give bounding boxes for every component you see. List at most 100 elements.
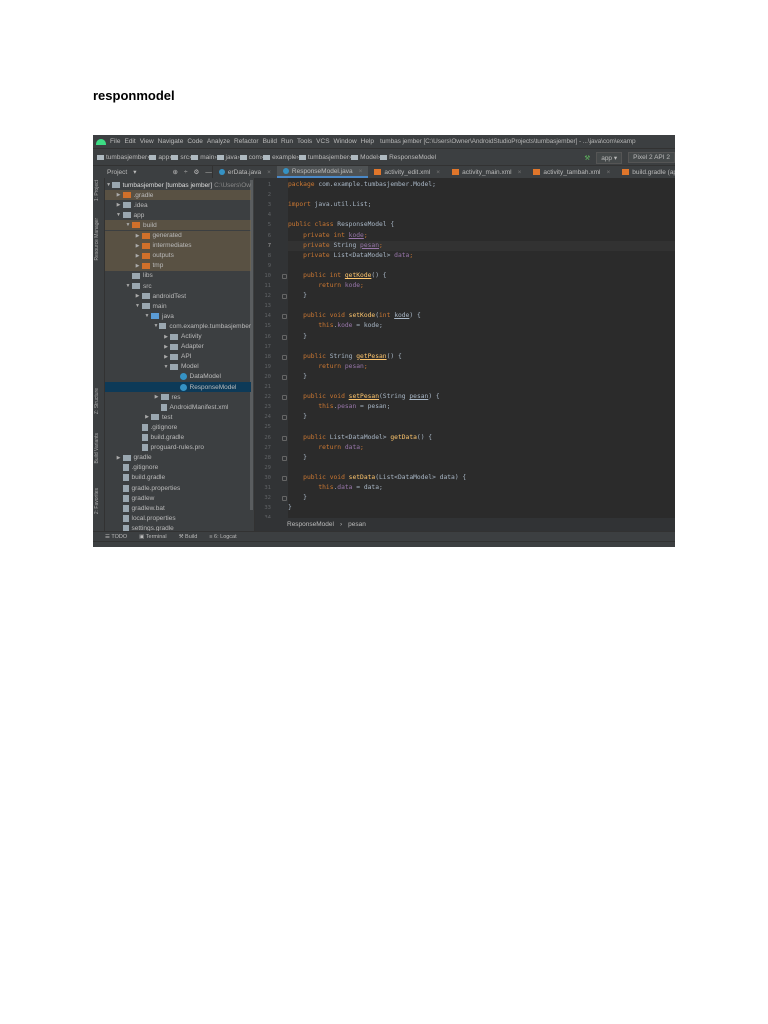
tree-item[interactable]: ▶ outputs [105,250,251,261]
tree-item[interactable]: ▼ Model [105,362,251,372]
fold-marker-icon[interactable] [282,314,287,320]
tree-item[interactable]: ▶ test [105,412,251,422]
tree-item[interactable]: ▶ androidTest [105,291,251,301]
editor-crumb[interactable]: pesan [348,521,366,528]
fold-marker-icon[interactable] [282,455,287,461]
fold-marker-icon[interactable] [282,415,287,421]
tree-item[interactable]: ▼ app [105,210,251,220]
run-config-select[interactable]: app ▾ [596,151,623,164]
chevron-right-icon[interactable]: ▶ [115,202,123,208]
menu-analyze[interactable]: Analyze [207,138,230,145]
tool-window-terminal[interactable]: ▣ Terminal [139,534,166,540]
chevron-right-icon[interactable]: ▶ [134,263,142,269]
tree-item[interactable]: ▶ gradle [105,453,251,463]
menu-tools[interactable]: Tools [297,138,312,145]
menu-edit[interactable]: Edit [124,138,135,145]
tree-item[interactable]: build.gradle [105,433,251,443]
chevron-down-icon[interactable]: ▼ [153,323,160,329]
tree-item[interactable]: ▶ Activity [105,332,251,342]
breadcrumb-item[interactable]: src [171,154,189,161]
tree-item[interactable]: ▶ Adapter [105,342,251,352]
side-tool-4[interactable]: 2: Favorites [94,488,100,514]
tree-item[interactable]: gradlew.bat [105,503,251,513]
tree-item[interactable]: ▶ .gradle [105,190,251,201]
chevron-right-icon[interactable]: ▶ [153,394,161,400]
tree-item[interactable]: ▼ com.example.tumbasjember [105,321,251,331]
close-tab-icon[interactable]: × [436,169,440,176]
chevron-right-icon[interactable]: ▶ [134,293,142,299]
chevron-down-icon[interactable]: ▼ [162,364,170,370]
chevron-down-icon[interactable]: ▼ [124,222,132,228]
chevron-right-icon[interactable]: ▶ [134,253,142,259]
tree-item[interactable]: proguard-rules.pro [105,443,251,453]
tree-item[interactable]: build.gradle [105,473,251,483]
breadcrumb-item[interactable]: tumbasjember [298,154,349,161]
chevron-right-icon[interactable]: ▶ [115,192,123,198]
tree-item[interactable]: ▼ main [105,301,251,311]
editor-tab[interactable]: erData.java × [213,166,277,178]
breadcrumb-item[interactable]: tumbasjember [97,154,147,161]
menu-build[interactable]: Build [263,138,277,145]
editor-tab[interactable]: activity_main.xml × [446,166,527,178]
chevron-down-icon[interactable]: ▼ [143,313,151,319]
fold-marker-icon[interactable] [282,294,287,300]
tree-item[interactable]: ▼ src [105,281,251,291]
tool-window-build[interactable]: ⚒ Build [179,534,198,540]
tree-item[interactable]: gradle.properties [105,483,251,493]
chevron-right-icon[interactable]: ▶ [134,243,142,249]
fold-marker-icon[interactable] [282,475,287,481]
device-select[interactable]: Pixel 2 API 2 [628,152,675,163]
tree-item[interactable]: settings.gradle [105,523,251,531]
menu-refactor[interactable]: Refactor [234,138,259,145]
menu-code[interactable]: Code [187,138,203,145]
breadcrumb-item[interactable]: Model [351,154,378,161]
fold-marker-icon[interactable] [282,354,287,360]
project-view-selector[interactable]: Project ▾ ⊕ ÷ ⚙ — [93,166,213,178]
tree-item[interactable]: ▶ intermediates [105,240,251,251]
breadcrumb-item[interactable]: main [191,154,214,161]
menu-view[interactable]: View [140,138,154,145]
tree-item[interactable]: ▼ java [105,311,251,321]
tree-item[interactable]: .gitignore [105,422,251,432]
breadcrumb-item[interactable]: example [263,154,297,161]
menu-run[interactable]: Run [281,138,293,145]
breadcrumb-item[interactable]: java [216,154,237,161]
close-tab-icon[interactable]: × [606,169,610,176]
fold-marker-icon[interactable] [282,496,287,502]
side-tool-3[interactable]: Build Variants [94,433,100,463]
side-tool-0[interactable]: 1: Project [94,180,100,201]
chevron-right-icon[interactable]: ▶ [143,414,151,420]
fold-marker-icon[interactable] [282,334,287,340]
chevron-right-icon[interactable]: ▶ [134,233,142,239]
fold-marker-icon[interactable] [282,374,287,380]
tree-item[interactable]: ResponseModel [105,382,251,393]
breadcrumb-item[interactable]: com [239,154,261,161]
tree-item[interactable]: ▶ tmp [105,260,251,271]
gear-icon[interactable]: ⚙ [194,168,200,176]
chevron-down-icon[interactable]: ▼ [105,182,112,188]
target-icon[interactable]: ⊕ [173,168,178,176]
editor-tab[interactable]: ResponseModel.java × [276,166,369,178]
tree-item[interactable]: ▶ .idea [105,200,251,210]
tree-item[interactable]: ▶ generated [105,230,251,241]
chevron-down-icon[interactable]: ▼ [124,283,132,289]
editor-tab[interactable]: activity_edit.xml × [368,166,446,178]
fold-marker-icon[interactable] [282,273,287,279]
tree-item[interactable]: ▼ tumbasjember [tumbas jember] C:\Users\Ow [105,180,251,190]
menu-file[interactable]: File [110,138,120,145]
menu-navigate[interactable]: Navigate [158,138,184,145]
tree-item[interactable]: DataModel [105,372,251,382]
breadcrumb-item[interactable]: app [149,154,169,161]
chevron-down-icon[interactable]: ▼ [115,212,123,218]
fold-marker-icon[interactable] [282,395,287,401]
close-tab-icon[interactable]: × [518,169,522,176]
breadcrumb-item[interactable]: ResponseModel [380,154,436,161]
side-tool-2[interactable]: Z: Structure [94,388,100,414]
editor-crumb[interactable]: ResponseModel [287,521,334,528]
menu-window[interactable]: Window [334,138,357,145]
tool-window-todo[interactable]: ☰ TODO [105,534,127,540]
chevron-down-icon[interactable]: ▼ [134,303,142,309]
tree-item[interactable]: ▶ API [105,352,251,362]
chevron-right-icon[interactable]: ▶ [115,455,123,461]
menu-help[interactable]: Help [361,138,374,145]
